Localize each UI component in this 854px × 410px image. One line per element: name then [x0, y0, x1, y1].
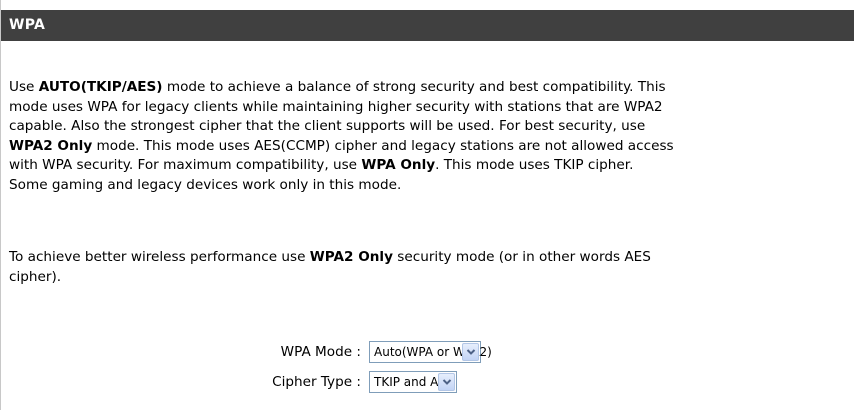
label-cell: WPA Mode :	[1, 341, 361, 365]
wpa-mode-dropdown-button[interactable]	[462, 343, 479, 361]
text-span: Use	[9, 79, 39, 95]
text-span: . This mode uses TKIP cipher.	[435, 157, 634, 173]
auto-mode-emphasis: AUTO(TKIP/AES)	[38, 79, 163, 95]
wpa-mode-label: WPA Mode :	[280, 344, 361, 360]
wpa-panel: WPA Use AUTO(TKIP/AES) mode to achieve a…	[0, 0, 854, 410]
text-span: security mode (or in other words AES	[392, 249, 651, 265]
section-title: WPA	[9, 17, 46, 33]
description-line: Use AUTO(TKIP/AES) mode to achieve a bal…	[9, 78, 854, 98]
wpa-mode-select[interactable]: Auto(WPA or WPA2)	[369, 341, 492, 363]
description-line: WPA2 Only mode. This mode uses AES(CCMP)…	[9, 137, 854, 157]
cipher-type-label: Cipher Type :	[272, 374, 361, 390]
label-cell: Cipher Type :	[1, 371, 361, 395]
wpa2-only-emphasis: WPA2 Only	[9, 137, 93, 154]
description-line: Some gaming and legacy devices work only…	[9, 176, 402, 193]
cipher-type-select[interactable]: TKIP and AES	[369, 371, 457, 393]
wpa2-only-emphasis: WPA2 Only	[309, 249, 393, 265]
wpa-description: Use AUTO(TKIP/AES) mode to achieve a bal…	[9, 78, 854, 195]
description-line: capable. Also the strongest cipher that …	[9, 118, 646, 134]
note-line: To achieve better wireless performance u…	[9, 248, 854, 268]
cipher-type-dropdown-button[interactable]	[438, 373, 455, 391]
text-span: with WPA security. For maximum compatibi…	[9, 157, 362, 173]
note-line: cipher).	[9, 268, 62, 285]
description-line: mode uses WPA for legacy clients while m…	[9, 98, 663, 115]
text-span: mode. This mode uses AES(CCMP) cipher an…	[92, 137, 674, 154]
text-span: mode to achieve a balance of strong secu…	[162, 79, 666, 95]
description-line: with WPA security. For maximum compatibi…	[9, 156, 854, 176]
chevron-down-icon	[466, 349, 476, 355]
section-header: WPA	[1, 10, 854, 41]
wpa-only-emphasis: WPA Only	[361, 157, 436, 173]
text-span: To achieve better wireless performance u…	[9, 249, 310, 265]
chevron-down-icon	[442, 379, 452, 385]
performance-note: To achieve better wireless performance u…	[9, 248, 854, 287]
